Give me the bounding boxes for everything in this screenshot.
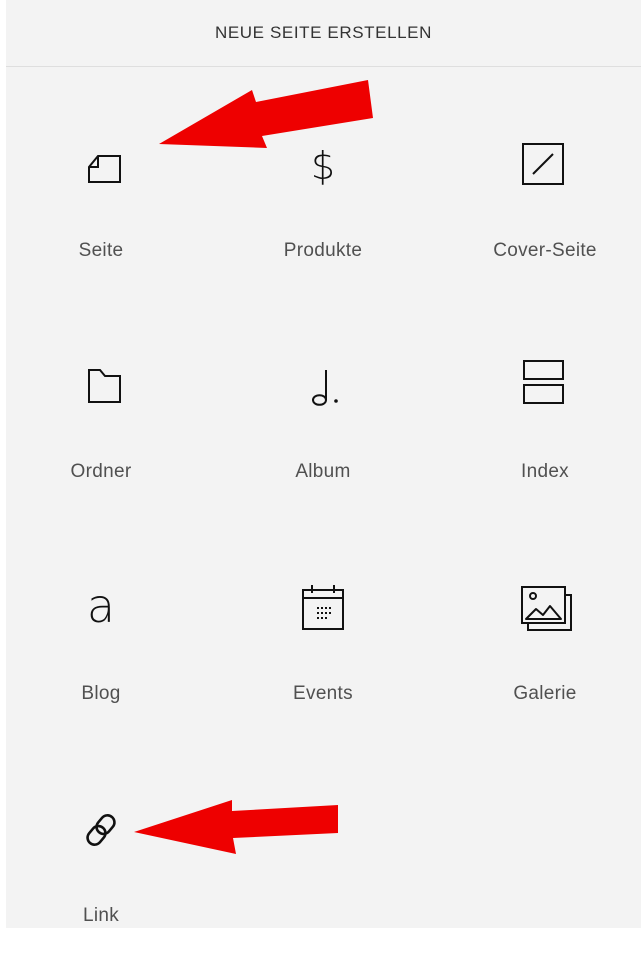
tile-galerie[interactable]: Galerie (465, 578, 625, 758)
tile-link[interactable]: Link (21, 800, 181, 980)
tile-label: Album (295, 461, 351, 482)
tile-seite[interactable]: Seite (21, 135, 181, 315)
tile-label: Events (293, 683, 353, 704)
tile-label: Produkte (283, 240, 363, 261)
svg-text:$: $ (311, 144, 335, 188)
tile-label: Blog (81, 683, 121, 704)
tile-label: Index (521, 461, 569, 482)
tile-cover-seite[interactable]: Cover-Seite (465, 135, 625, 315)
panel-title: NEUE SEITE ERSTELLEN (214, 23, 432, 42)
tile-blog[interactable]: a Blog (21, 578, 181, 758)
tile-label: Galerie (513, 683, 577, 704)
panel-header: NEUE SEITE ERSTELLEN (6, 0, 641, 67)
music-note-icon (293, 356, 353, 416)
tile-label: Seite (78, 240, 124, 261)
page-icon (71, 135, 131, 195)
tile-label: Link (82, 905, 120, 926)
index-icon (515, 356, 575, 416)
new-page-panel: NEUE SEITE ERSTELLEN Seite $ Produkte Co… (6, 0, 641, 928)
dollar-icon: $ (293, 135, 353, 195)
blog-icon: a (71, 578, 131, 638)
tile-ordner[interactable]: Ordner (21, 356, 181, 536)
tile-label: Ordner (70, 461, 132, 482)
link-icon (71, 800, 131, 860)
gallery-icon (515, 578, 575, 638)
cover-page-icon (515, 135, 575, 195)
tile-label: Cover-Seite (493, 240, 597, 261)
tile-events[interactable]: Events (243, 578, 403, 758)
tile-index[interactable]: Index (465, 356, 625, 536)
tile-produkte[interactable]: $ Produkte (243, 135, 403, 315)
tile-album[interactable]: Album (243, 356, 403, 536)
svg-text:a: a (87, 579, 115, 633)
calendar-icon (293, 578, 353, 638)
folder-icon (71, 356, 131, 416)
